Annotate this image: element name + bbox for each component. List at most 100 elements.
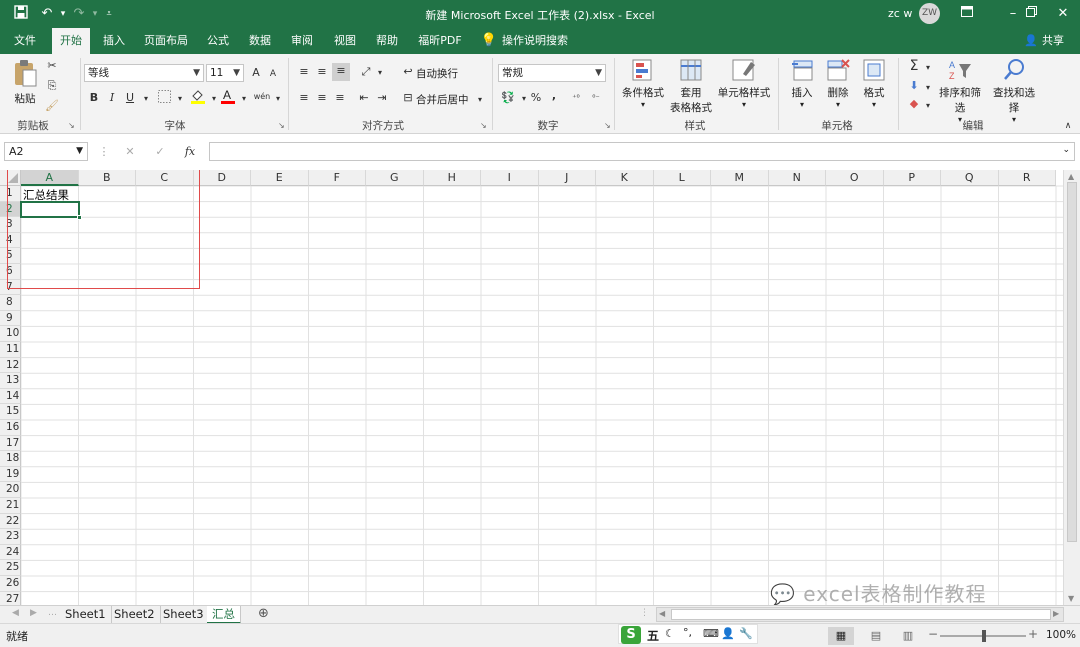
wrap-text-icon[interactable]: ↩ [400,64,416,80]
lightbulb-icon[interactable]: 💡 [480,28,498,54]
tab-data[interactable]: 数据 [242,28,278,54]
tab-formulas[interactable]: 公式 [200,28,236,54]
delete-cells-button[interactable]: 删除 ▾ [822,58,854,109]
comma-button[interactable]: , [546,88,562,104]
wrap-text-button[interactable]: 自动换行 [416,66,458,81]
normal-view-icon[interactable]: ▦ [828,627,854,645]
expand-formula-icon[interactable]: ⌄ [1062,145,1070,155]
tab-home[interactable]: 开始 [52,28,90,54]
column-header-k[interactable]: K [596,170,654,186]
tab-file[interactable]: 文件 [6,28,44,54]
avatar[interactable]: ZW [919,3,940,24]
column-header-e[interactable]: E [251,170,309,186]
share-button[interactable]: 共享 [1040,28,1066,54]
cancel-entry-icon[interactable]: ✕ [122,144,138,160]
sheet-tab-sheet2[interactable]: Sheet2 [109,606,161,624]
font-name-select[interactable]: 等线 ▼ [84,64,204,82]
orientation-dropdown-icon[interactable]: ▾ [372,65,388,81]
fill-color-icon[interactable] [190,88,206,104]
tab-page-layout[interactable]: 页面布局 [140,28,192,54]
decrease-indent-icon[interactable]: ⇤ [356,90,372,106]
restore-icon[interactable] [1018,4,1044,24]
sheet-tab-sheet1[interactable]: Sheet1 [60,606,112,624]
find-select-button[interactable]: 查找和选择 ▾ [988,58,1040,124]
row-header-26[interactable]: 26 [0,576,21,592]
sheet-tab-summary[interactable]: 汇总 [207,606,241,624]
moon-icon[interactable]: ☾ [665,627,675,640]
percent-button[interactable]: % [528,90,544,106]
tab-view[interactable]: 视图 [327,28,363,54]
row-header-21[interactable]: 21 [0,498,21,514]
column-header-i[interactable]: I [481,170,539,186]
scroll-left-icon[interactable]: ◀ [659,609,665,618]
increase-indent-icon[interactable]: ⇥ [374,90,390,106]
currency-icon[interactable]: 💱 [500,90,516,106]
align-bottom-icon[interactable]: ≡ [332,63,350,81]
grow-font-button[interactable]: A [248,65,264,81]
column-header-r[interactable]: R [998,170,1056,186]
row-header-25[interactable]: 25 [0,560,21,576]
row-header-27[interactable]: 27 [0,591,21,605]
row-header-11[interactable]: 11 [0,342,21,358]
tab-review[interactable]: 审阅 [284,28,320,54]
user-icon[interactable]: 👤 [721,627,735,640]
scroll-down-icon[interactable]: ▼ [1068,594,1074,603]
zoom-in-icon[interactable]: + [1028,627,1038,641]
align-top-icon[interactable]: ≡ [296,64,312,80]
font-color-dropdown-icon[interactable]: ▾ [236,91,252,107]
user-name[interactable]: zc w [888,7,912,20]
format-painter-icon[interactable]: 🖌 [44,98,60,114]
column-header-q[interactable]: Q [941,170,999,186]
row-header-24[interactable]: 24 [0,544,21,561]
paste-button[interactable]: 粘贴 [10,58,40,106]
zoom-slider[interactable] [940,630,1026,642]
border-dropdown-icon[interactable]: ▾ [172,91,188,107]
align-middle-icon[interactable]: ≡ [314,64,330,80]
number-launcher-icon[interactable]: ↘ [604,121,611,130]
row-header-13[interactable]: 13 [0,373,21,389]
row-header-17[interactable]: 17 [0,435,21,452]
cut-icon[interactable]: ✂ [44,58,60,74]
insert-function-button[interactable]: fx [182,144,198,160]
row-header-8[interactable]: 8 [0,295,21,311]
column-header-d[interactable]: D [193,170,251,186]
name-box[interactable]: A2 ▼ [4,142,88,161]
worksheet-grid[interactable]: ABCDEFGHIJKLMNOPQR 1 2 3 4 5 6 7 8 9 10 11 12 13 14 15… [0,170,1080,605]
page-break-view-icon[interactable]: ▥ [898,627,918,645]
sogou-ime-icon[interactable]: S [621,626,641,644]
insert-cells-button[interactable]: 插入 ▾ [786,58,818,109]
border-icon[interactable] [156,90,172,106]
scroll-right-icon[interactable]: ▶ [1053,609,1059,618]
tell-me-search[interactable]: 操作说明搜索 [500,28,570,54]
page-layout-view-icon[interactable]: ▤ [866,627,886,645]
align-left-icon[interactable]: ≡ [296,90,312,106]
zoom-out-icon[interactable]: − [928,627,938,641]
share-person-icon[interactable]: 👤 [1024,28,1038,54]
row-header-12[interactable]: 12 [0,357,21,374]
ribbon-display-icon[interactable] [954,4,980,24]
align-right-icon[interactable]: ≡ [332,90,348,106]
underline-button[interactable]: U [122,90,138,106]
font-launcher-icon[interactable]: ↘ [278,121,285,130]
scrollbar-thumb[interactable] [671,609,1051,620]
merge-center-button[interactable]: 合并后居中 [416,92,469,107]
zoom-level[interactable]: 100% [1046,629,1076,641]
tab-foxit-pdf[interactable]: 福昕PDF [412,28,468,54]
row-header-16[interactable]: 16 [0,420,21,436]
column-header-h[interactable]: H [423,170,481,186]
format-as-table-button[interactable]: 套用 表格格式 [666,58,716,115]
merge-dropdown-icon[interactable]: ▾ [472,92,488,108]
splitter-icon[interactable]: ⋮ [640,608,649,618]
phonetic-dropdown-icon[interactable]: ▾ [270,91,286,107]
column-header-f[interactable]: F [308,170,366,186]
decrease-decimal-icon[interactable]: ⁰⁻ [588,90,604,106]
punctuation-icon[interactable]: °, [683,626,692,639]
column-header-o[interactable]: O [826,170,884,186]
number-format-select[interactable]: 常规 ▼ [498,64,606,82]
underline-dropdown-icon[interactable]: ▾ [138,91,154,107]
column-header-l[interactable]: L [653,170,711,186]
tab-help[interactable]: 帮助 [369,28,405,54]
merge-center-icon[interactable]: ⊟ [400,90,416,106]
align-center-icon[interactable]: ≡ [314,90,330,106]
increase-decimal-icon[interactable]: ⁺⁰ [568,90,584,106]
